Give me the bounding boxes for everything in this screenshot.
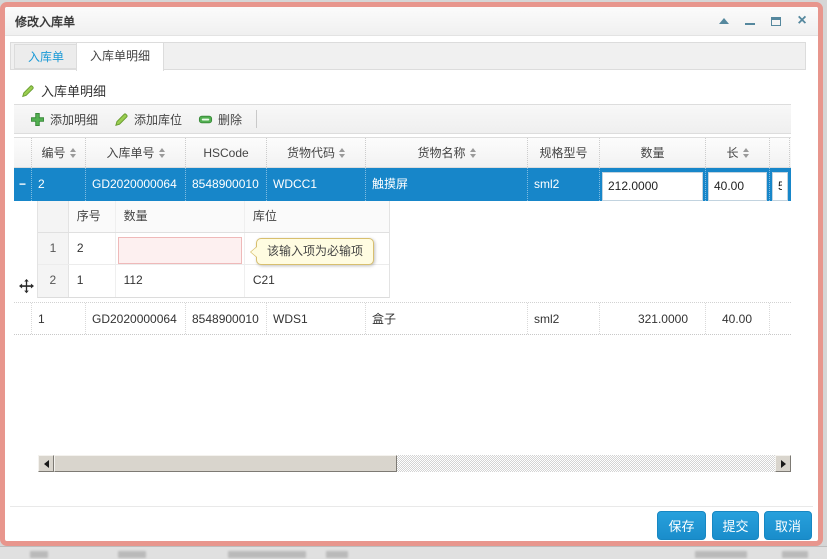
add-location-button[interactable]: 添加库位 bbox=[106, 108, 190, 131]
sort-arrows-icon bbox=[469, 147, 476, 158]
collapse-row-icon[interactable]: − bbox=[14, 168, 32, 201]
sort-arrows-icon bbox=[742, 147, 749, 158]
pencil-icon bbox=[115, 113, 128, 126]
subgrid-rownum: 2 bbox=[38, 265, 69, 297]
subgrid-cell-qty[interactable]: 112 bbox=[116, 265, 245, 297]
grid-header-row: 编号 入库单号 HSCode 货物代码 货物名称 规格型号 数量 长 bbox=[14, 137, 791, 168]
cell-qty-editor bbox=[600, 168, 706, 201]
cell-next-editor-partial bbox=[770, 168, 790, 201]
cell-id[interactable]: 2 bbox=[32, 168, 86, 201]
subgrid-header-qty[interactable]: 数量 bbox=[116, 201, 245, 232]
column-header-length[interactable]: 长 bbox=[706, 138, 770, 167]
grid-row-selected[interactable]: − 2 GD2020000064 8548900010 WDCC1 触摸屏 sm… bbox=[14, 168, 791, 201]
window-controls: × bbox=[718, 13, 808, 29]
dialog-modify-inbound-order: 修改入库单 × 入库单 入库单明细 入库单明细 添加明细 添加库位 删除 编号 … bbox=[0, 2, 823, 546]
tab-inbound-order[interactable]: 入库单 bbox=[14, 44, 79, 69]
subgrid-header-row: 序号 数量 库位 bbox=[38, 201, 389, 233]
subgrid-qty-input-invalid[interactable] bbox=[117, 236, 242, 264]
scroll-left-button[interactable] bbox=[38, 455, 54, 472]
subgrid-header-location[interactable]: 库位 bbox=[245, 201, 389, 232]
sort-arrows-icon bbox=[158, 147, 165, 158]
column-header-spec[interactable]: 规格型号 bbox=[528, 138, 600, 167]
subgrid-rownum: 1 bbox=[38, 233, 69, 264]
add-detail-button[interactable]: 添加明细 bbox=[22, 108, 106, 131]
cell-expand[interactable] bbox=[14, 303, 32, 334]
column-header-qty[interactable]: 数量 bbox=[600, 138, 706, 167]
column-header-expand bbox=[14, 138, 32, 167]
cell-cargo-name[interactable]: 盒子 bbox=[366, 303, 528, 334]
scrollbar-thumb[interactable] bbox=[54, 455, 397, 472]
submit-button[interactable]: 提交 bbox=[712, 511, 759, 540]
dialog-title: 修改入库单 bbox=[15, 14, 76, 29]
save-button[interactable]: 保存 bbox=[657, 511, 706, 540]
cell-id[interactable]: 1 bbox=[32, 303, 86, 334]
cell-cargo-code[interactable]: WDS1 bbox=[267, 303, 366, 334]
delete-label: 删除 bbox=[218, 112, 243, 127]
delete-button[interactable]: 删除 bbox=[190, 108, 250, 131]
cell-hscode[interactable]: 8548900010 bbox=[186, 303, 267, 334]
next-editor-input[interactable] bbox=[772, 171, 788, 201]
close-icon[interactable]: × bbox=[796, 13, 808, 29]
validation-tooltip: 该输入项为必输项 bbox=[249, 238, 375, 265]
sort-arrows-icon bbox=[339, 147, 345, 158]
cell-order-no[interactable]: GD2020000064 bbox=[86, 168, 186, 201]
cell-cargo-name[interactable]: 触摸屏 bbox=[366, 168, 528, 201]
length-editor-input[interactable] bbox=[708, 171, 767, 201]
cell-qty[interactable]: 321.0000 bbox=[600, 303, 706, 334]
add-location-label: 添加库位 bbox=[134, 112, 183, 127]
subgrid-row[interactable]: 2 1 112 C21 bbox=[38, 265, 389, 297]
qty-editor-input[interactable] bbox=[602, 171, 703, 201]
grid-toolbar: 添加明细 添加库位 删除 bbox=[14, 104, 791, 134]
subgrid-cell-seq[interactable]: 2 bbox=[69, 233, 116, 264]
pencil-icon bbox=[22, 84, 34, 97]
cell-spec[interactable]: sml2 bbox=[528, 303, 600, 334]
grid-row[interactable]: 1 GD2020000064 8548900010 WDS1 盒子 sml2 3… bbox=[14, 302, 791, 335]
toolbar-separator bbox=[256, 110, 258, 128]
cell-cargo-code[interactable]: WDCC1 bbox=[267, 168, 366, 201]
dialog-titlebar[interactable]: 修改入库单 × bbox=[5, 7, 818, 36]
add-detail-label: 添加明细 bbox=[50, 112, 99, 127]
collapse-icon[interactable] bbox=[718, 15, 730, 27]
cancel-button[interactable]: 取消 bbox=[764, 511, 812, 540]
horizontal-scrollbar[interactable] bbox=[38, 455, 791, 472]
subgrid-cell-location[interactable]: C21 bbox=[245, 265, 389, 297]
cell-length[interactable]: 40.00 bbox=[706, 303, 770, 334]
cell-order-no[interactable]: GD2020000064 bbox=[86, 303, 186, 334]
cell-hscode[interactable]: 8548900010 bbox=[186, 168, 267, 201]
column-header-hscode[interactable]: HSCode bbox=[186, 138, 267, 167]
screen: 修改入库单 × 入库单 入库单明细 入库单明细 添加明细 添加库位 删除 编号 … bbox=[0, 0, 827, 559]
panel-header: 入库单明细 bbox=[21, 81, 106, 100]
panel-header-label: 入库单明细 bbox=[41, 84, 107, 99]
minimize-icon[interactable] bbox=[744, 15, 756, 27]
subgrid-header-seq[interactable]: 序号 bbox=[69, 201, 116, 232]
minus-pill-icon bbox=[198, 115, 213, 123]
column-header-id[interactable]: 编号 bbox=[32, 138, 86, 167]
cell-partial bbox=[770, 303, 790, 334]
cell-length-editor bbox=[706, 168, 770, 201]
move-cross-icon bbox=[19, 279, 34, 294]
plus-icon bbox=[31, 112, 44, 126]
subgrid-cell-seq[interactable]: 1 bbox=[69, 265, 116, 297]
footer-divider bbox=[10, 506, 813, 507]
column-header-order-no[interactable]: 入库单号 bbox=[86, 138, 186, 167]
column-header-cargo-code[interactable]: 货物代码 bbox=[267, 138, 366, 167]
subgrid-header-rownum bbox=[38, 201, 69, 232]
column-header-partial bbox=[770, 138, 790, 167]
background-page-strip bbox=[0, 546, 827, 559]
cell-spec[interactable]: sml2 bbox=[528, 168, 600, 201]
column-header-cargo-name[interactable]: 货物名称 bbox=[366, 138, 528, 167]
scroll-right-button[interactable] bbox=[775, 455, 791, 472]
subgrid-cell-qty bbox=[116, 233, 245, 264]
tab-inbound-order-detail[interactable]: 入库单明细 bbox=[76, 42, 165, 71]
sort-arrows-icon bbox=[69, 147, 76, 158]
maximize-icon[interactable] bbox=[770, 15, 782, 27]
